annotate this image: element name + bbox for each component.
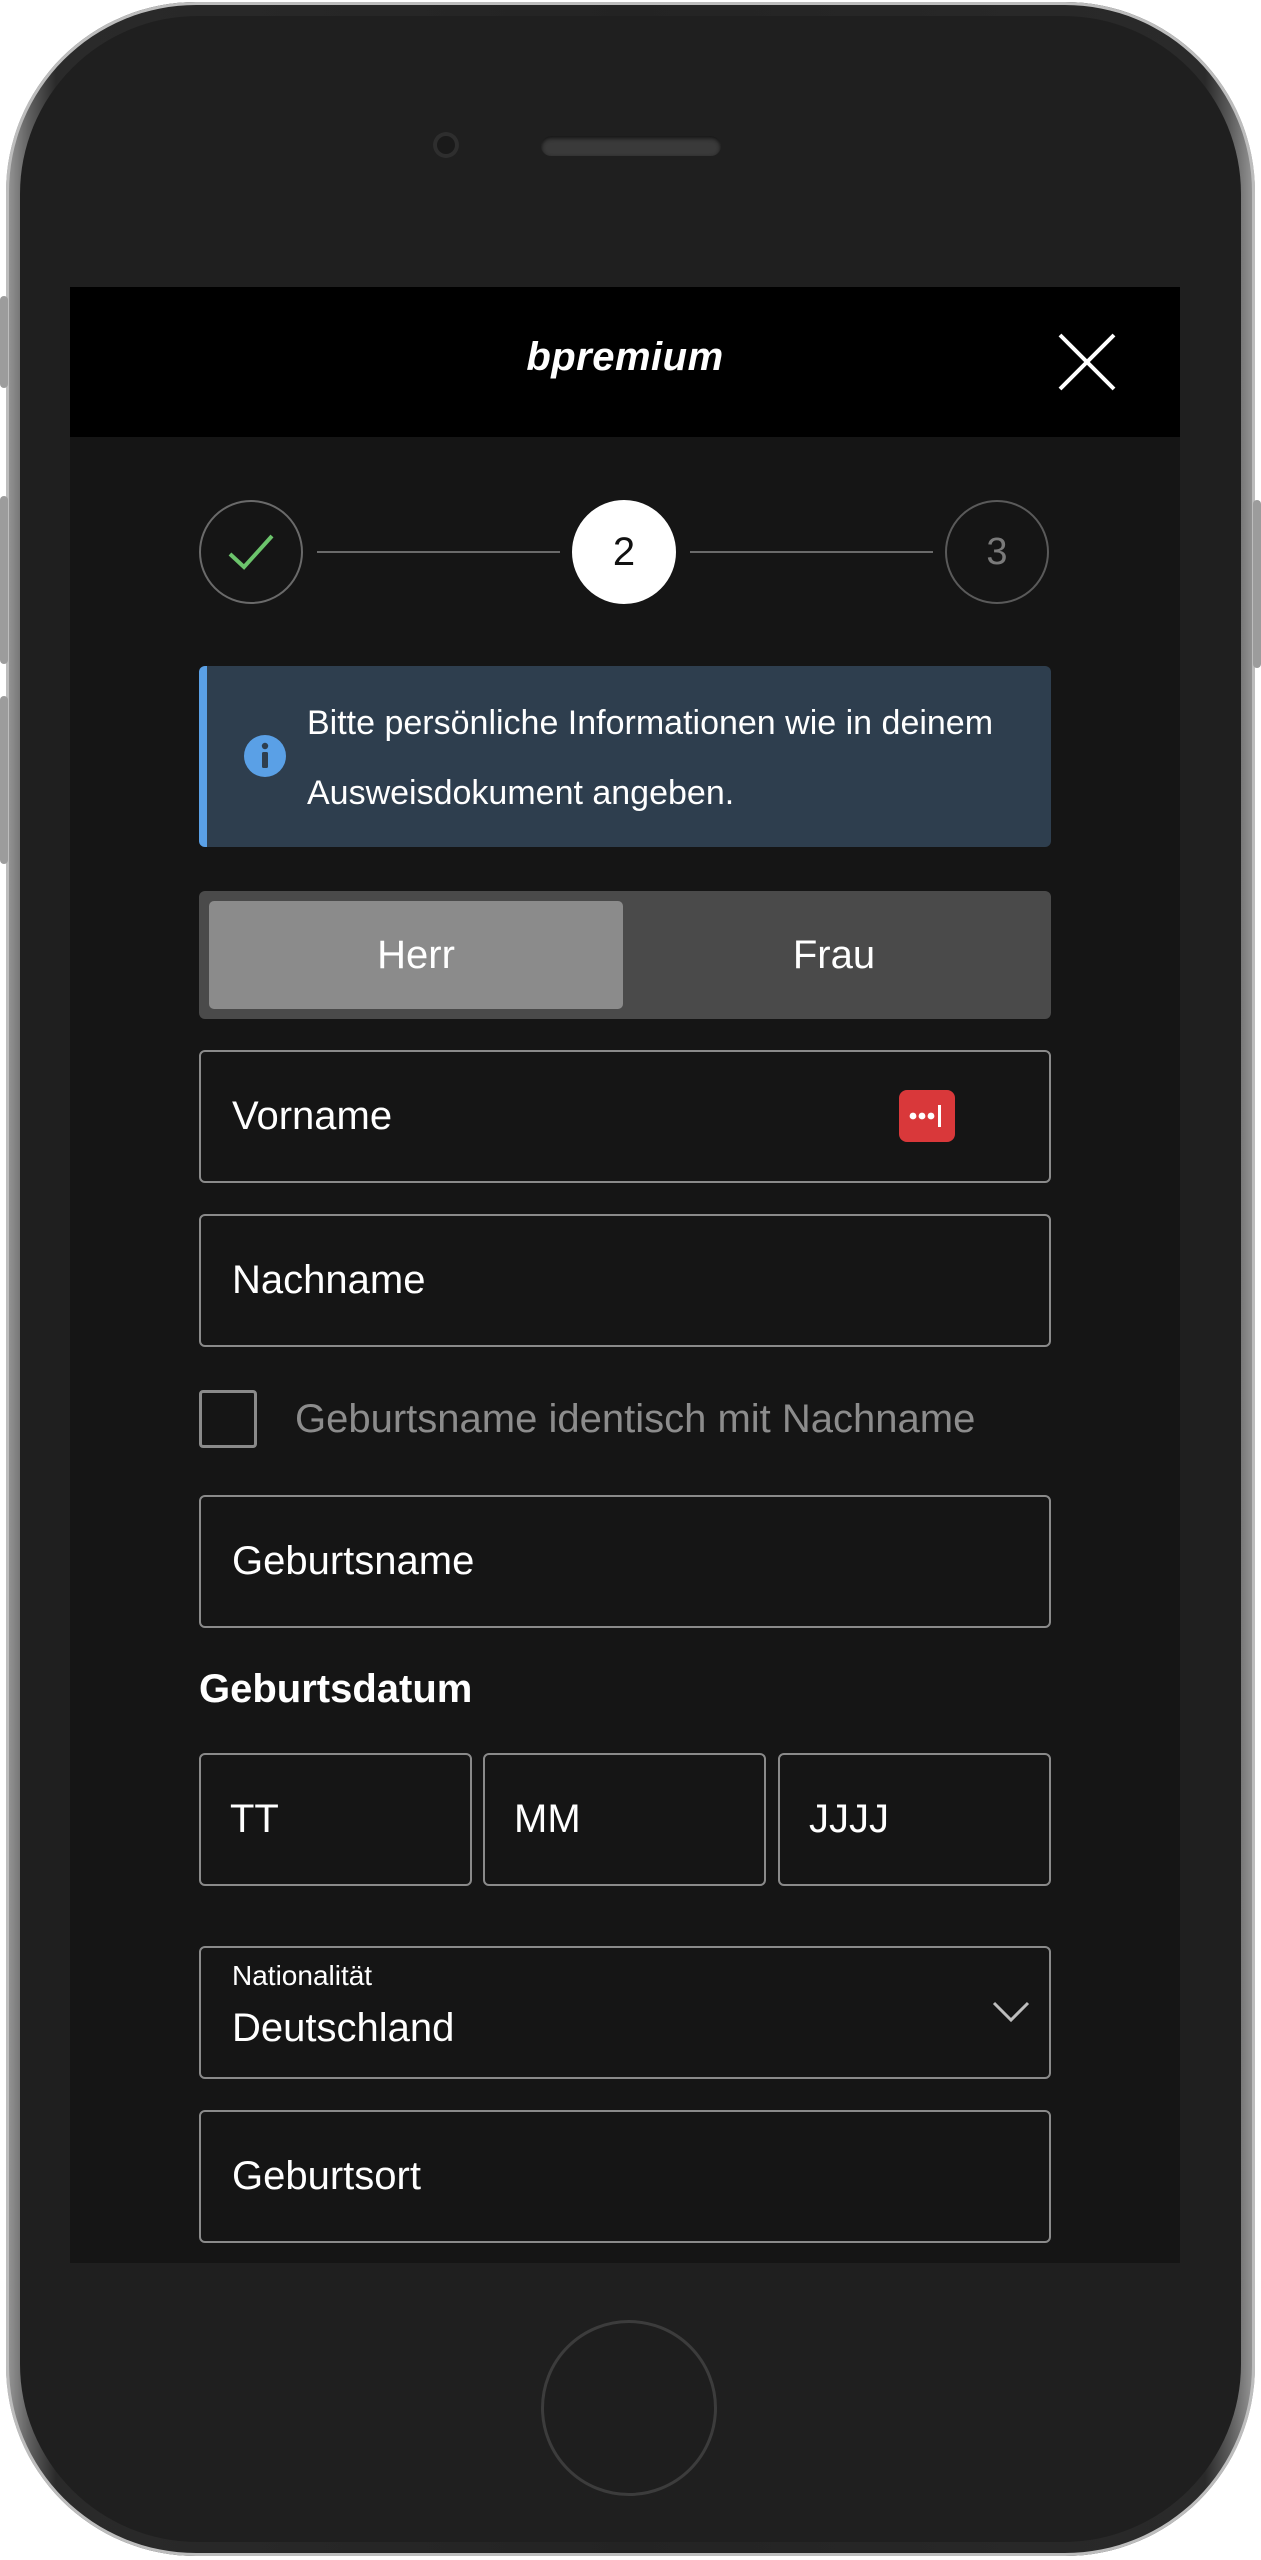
- phone-volume-up: [0, 496, 8, 664]
- front-camera: [433, 132, 459, 158]
- stepper-line-2: [690, 551, 933, 553]
- phone-volume-down: [0, 696, 8, 864]
- step-3-upcoming: 3: [945, 500, 1049, 604]
- nationality-label: Nationalität: [232, 1960, 373, 1991]
- progress-stepper: 2 3: [70, 287, 1180, 707]
- birth-day-placeholder: TT: [230, 1797, 279, 1841]
- birthdate-label: Geburtsdatum: [199, 1667, 473, 1711]
- birth-day-field[interactable]: TT: [199, 1753, 472, 1886]
- nationality-select[interactable]: Nationalität Deutschland: [199, 1946, 1051, 2079]
- birth-year-field[interactable]: JJJJ: [778, 1753, 1051, 1886]
- earpiece-speaker: [541, 136, 721, 156]
- birthname-placeholder: Geburtsname: [232, 1539, 475, 1583]
- last-name-field[interactable]: Nachname: [199, 1214, 1051, 1347]
- nationality-value: Deutschland: [232, 2006, 455, 2050]
- birthname-same-checkbox[interactable]: [199, 1390, 257, 1448]
- screen: bpremium 2 3 Bitte persönliche Informati…: [70, 287, 1180, 2263]
- gender-option-herr[interactable]: Herr: [209, 901, 623, 1009]
- birthplace-placeholder: Geburtsort: [232, 2154, 421, 2198]
- last-name-placeholder: Nachname: [232, 1258, 426, 1302]
- password-dots-icon: [909, 1105, 941, 1127]
- info-icon: [244, 735, 286, 777]
- birthname-field[interactable]: Geburtsname: [199, 1495, 1051, 1628]
- home-button[interactable]: [541, 2320, 717, 2496]
- chevron-down-icon: [992, 2001, 1030, 2023]
- birthname-same-label[interactable]: Geburtsname identisch mit Nachname: [295, 1390, 975, 1448]
- first-name-placeholder: Vorname: [232, 1094, 393, 1138]
- info-banner: Bitte persönliche Informationen wie in d…: [199, 666, 1051, 847]
- step-2-current: 2: [572, 500, 676, 604]
- birth-month-placeholder: MM: [514, 1797, 581, 1841]
- gender-toggle: Herr Frau: [199, 891, 1051, 1019]
- checkmark-icon: [228, 534, 274, 570]
- stepper-line-1: [317, 551, 560, 553]
- first-name-field[interactable]: Vorname: [199, 1050, 1051, 1183]
- info-banner-text: Bitte persönliche Informationen wie in d…: [307, 704, 994, 812]
- password-manager-icon[interactable]: [899, 1090, 955, 1142]
- birthplace-field[interactable]: Geburtsort: [199, 2110, 1051, 2243]
- birth-year-placeholder: JJJJ: [809, 1797, 889, 1841]
- birth-month-field[interactable]: MM: [483, 1753, 766, 1886]
- phone-power-button: [1253, 500, 1261, 668]
- step-1-completed: [199, 500, 303, 604]
- phone-mute-switch: [0, 296, 8, 388]
- gender-option-frau[interactable]: Frau: [627, 901, 1041, 1009]
